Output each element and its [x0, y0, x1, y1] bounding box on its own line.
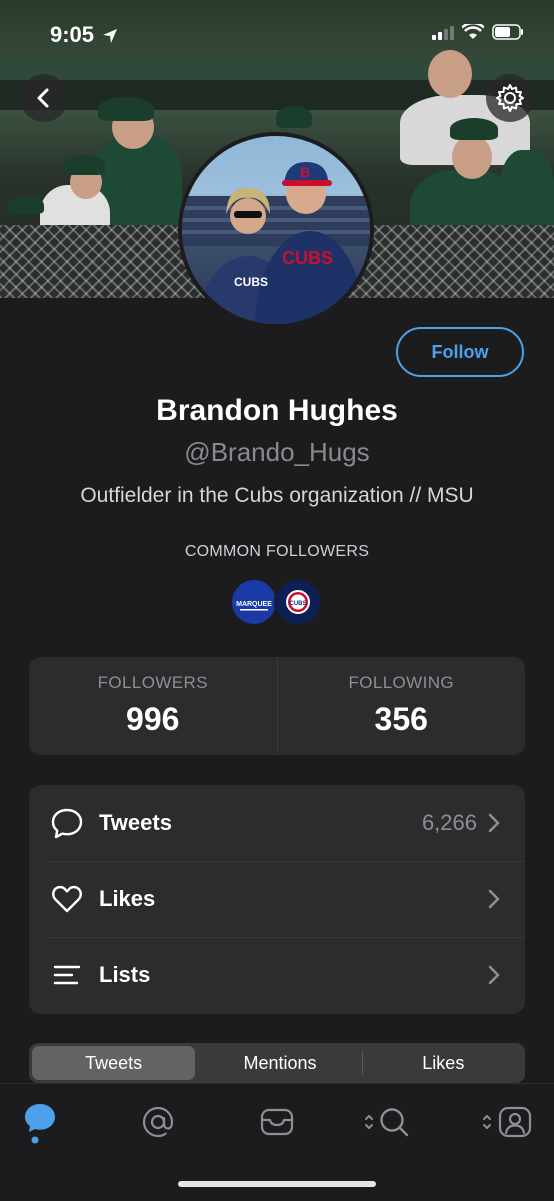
- location-arrow-icon: [103, 29, 118, 44]
- common-follower-marquee[interactable]: MARQUEE: [230, 578, 278, 626]
- segment-tweets[interactable]: Tweets: [32, 1046, 196, 1080]
- gear-icon: [496, 84, 524, 112]
- tab-profile[interactable]: [480, 1102, 536, 1142]
- followers-stat[interactable]: FOLLOWERS 996: [29, 657, 277, 755]
- status-time-text: 9:05: [50, 22, 95, 47]
- menu-item-likes[interactable]: Likes: [29, 861, 525, 937]
- profile-handle: @Brando_Hugs: [184, 437, 370, 467]
- followers-label: FOLLOWERS: [97, 673, 208, 692]
- speech-bubble-icon: [49, 805, 85, 841]
- menu-item-tweets[interactable]: Tweets 6,266: [29, 785, 525, 861]
- tab-search[interactable]: [362, 1102, 416, 1142]
- stats-card: FOLLOWERS 996 FOLLOWING 356: [29, 657, 525, 755]
- segment-mentions[interactable]: Mentions: [198, 1043, 361, 1083]
- tab-timeline[interactable]: [16, 1102, 64, 1144]
- svg-text:CUBS: CUBS: [282, 248, 333, 268]
- common-follower-cubs[interactable]: CUBS: [274, 578, 322, 626]
- back-button[interactable]: [20, 74, 68, 122]
- banner-figure: [8, 196, 44, 214]
- profile-name: Brandon Hughes: [156, 394, 398, 427]
- status-time: 9:05: [50, 22, 118, 48]
- common-followers-list[interactable]: MARQUEE CUBS: [230, 578, 322, 626]
- cubs-logo-text: CUBS: [289, 601, 306, 607]
- avatar[interactable]: B CUBS CUBS: [178, 132, 374, 328]
- svg-text:CUBS: CUBS: [234, 275, 268, 289]
- follow-button[interactable]: Follow: [396, 327, 524, 377]
- banner-figure: [65, 155, 105, 175]
- marquee-logo-text: MARQUEE: [236, 601, 272, 608]
- tweets-count: 6,266: [421, 810, 477, 835]
- profile-bio: Outfielder in the Cubs organization // M…: [80, 484, 474, 507]
- menu-item-lists-label: Lists: [99, 962, 151, 987]
- wifi-icon: [462, 24, 484, 39]
- cubs-logo-icon: CUBS: [286, 590, 310, 614]
- chevron-right-icon: [487, 964, 501, 986]
- heart-icon: [49, 881, 85, 917]
- mentions-icon: [142, 1106, 174, 1138]
- battery-icon: [492, 24, 523, 40]
- profile-icon: [483, 1106, 532, 1138]
- followers-count: 996: [126, 701, 180, 737]
- status-icons: [432, 24, 524, 40]
- banner-figure: [428, 50, 472, 98]
- menu-item-tweets-label: Tweets: [99, 810, 172, 835]
- svg-text:B: B: [300, 164, 310, 180]
- menu-item-likes-label: Likes: [99, 886, 156, 911]
- menu-item-lists[interactable]: Lists: [29, 937, 525, 1013]
- common-followers-label: COMMON FOLLOWERS: [184, 543, 370, 560]
- following-label: FOLLOWING: [348, 673, 455, 692]
- following-stat[interactable]: FOLLOWING 356: [276, 657, 526, 755]
- messages-icon: [260, 1108, 294, 1136]
- list-icon: [49, 957, 85, 993]
- tab-messages[interactable]: [253, 1102, 301, 1142]
- avatar-photo: B CUBS CUBS: [182, 162, 370, 324]
- signal-icon: [432, 26, 454, 40]
- segment-likes[interactable]: Likes: [361, 1043, 525, 1083]
- chevron-right-icon: [487, 812, 501, 834]
- settings-button[interactable]: [486, 74, 534, 122]
- banner-figure: [276, 106, 312, 128]
- marquee-logo-icon: MARQUEE: [236, 601, 272, 611]
- following-count: 356: [374, 701, 428, 737]
- timeline-icon: [25, 1104, 55, 1144]
- banner-figure: [452, 135, 492, 179]
- tab-mentions[interactable]: [134, 1102, 182, 1142]
- profile-menu: Tweets 6,266 Likes Lists: [29, 785, 525, 1014]
- chevron-left-icon: [37, 88, 49, 108]
- content-segmented-control: Tweets Mentions Likes: [29, 1043, 525, 1083]
- banner-figure: [450, 118, 498, 140]
- home-indicator: [178, 1181, 376, 1187]
- banner-figure: [98, 97, 154, 121]
- search-icon: [365, 1108, 409, 1137]
- chevron-right-icon: [487, 888, 501, 910]
